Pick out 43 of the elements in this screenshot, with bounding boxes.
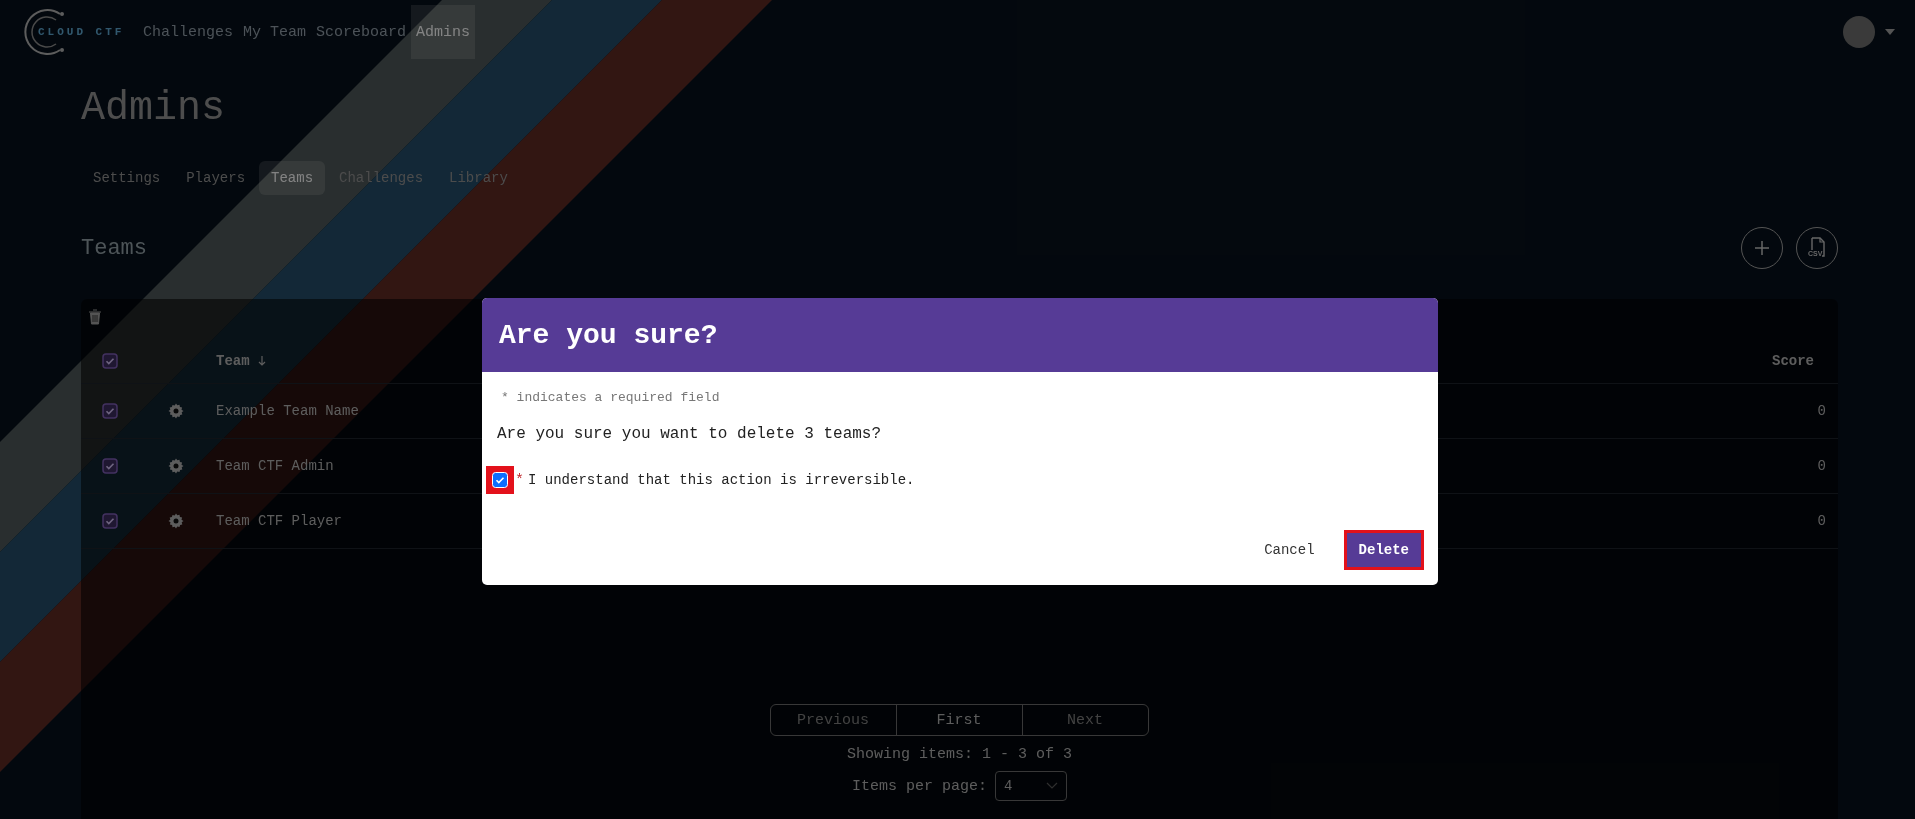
per-page-label: Items per page: <box>852 777 987 795</box>
admin-tab[interactable]: Settings <box>81 161 173 195</box>
column-header[interactable]: Score <box>1772 353 1814 369</box>
nav-link[interactable]: Scoreboard <box>311 5 412 59</box>
admin-tab[interactable]: Library <box>437 161 520 195</box>
table-cell: 0 <box>1817 458 1826 474</box>
select-all-checkbox[interactable] <box>102 353 118 369</box>
pagination-button[interactable]: First <box>895 704 1023 736</box>
row-checkbox[interactable] <box>102 403 118 419</box>
table-cell: 0 <box>1817 403 1826 419</box>
delete-button[interactable]: Delete <box>1346 533 1421 567</box>
page-title: Admins <box>81 86 227 131</box>
pagination-summary: Showing items: 1 - 3 of 3 <box>845 746 1073 763</box>
dialog-title: Are you sure? <box>499 319 718 351</box>
admin-tab[interactable]: Players <box>174 161 258 195</box>
column-header[interactable]: Team <box>216 353 250 369</box>
confirm-checkbox[interactable] <box>492 472 508 488</box>
settings-icon[interactable] <box>168 513 184 529</box>
row-checkbox[interactable] <box>102 513 118 529</box>
cancel-button[interactable]: Cancel <box>1252 533 1327 567</box>
section-title: Teams <box>81 235 147 261</box>
nav-link[interactable]: Challenges <box>138 5 238 59</box>
confirm-label: I understand that this action is irreversible. <box>528 472 915 488</box>
csv-file-icon <box>1808 237 1826 257</box>
table-cell: Team CTF Player <box>216 513 343 529</box>
dialog-message: Are you sure you want to delete 3 teams? <box>497 425 883 443</box>
plus-icon <box>1754 240 1770 256</box>
table-cell: 0 <box>1817 513 1826 529</box>
table-cell: Example Team Name <box>216 403 359 419</box>
table-cell: Team CTF Admin <box>216 458 334 474</box>
nav-link[interactable]: My Team <box>238 5 312 59</box>
settings-icon[interactable] <box>168 458 184 474</box>
required-field-note: * indicates a required field <box>501 390 721 405</box>
per-page-select[interactable]: 4 <box>995 771 1067 801</box>
caret-icon[interactable] <box>1885 29 1895 35</box>
admin-tab[interactable]: Challenges <box>327 161 436 195</box>
trash-icon[interactable] <box>88 309 102 325</box>
settings-icon[interactable] <box>168 403 184 419</box>
chevron-down-icon <box>1046 782 1058 790</box>
sort-arrow-icon <box>257 356 266 366</box>
required-mark: * <box>515 471 524 489</box>
row-checkbox[interactable] <box>102 458 118 474</box>
logo-text: CLOUD CTF <box>38 26 125 38</box>
